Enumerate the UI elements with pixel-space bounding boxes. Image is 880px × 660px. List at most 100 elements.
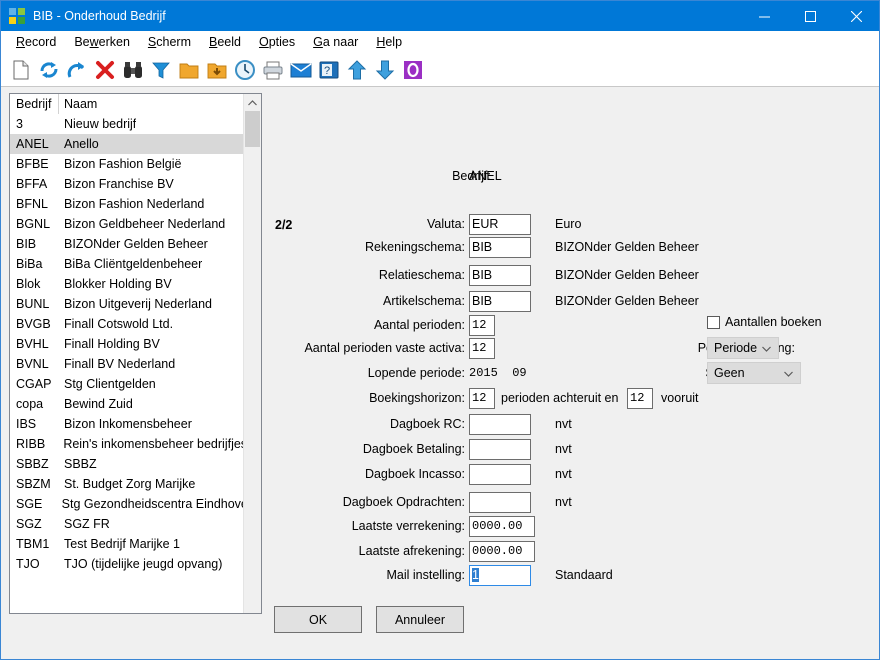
menu-record[interactable]: Record bbox=[7, 34, 65, 50]
menu-opties[interactable]: Opties bbox=[250, 34, 304, 50]
dagboek-opdrachten-description: nvt bbox=[555, 495, 572, 509]
list-item[interactable]: Blok Blokker Holding BV bbox=[10, 274, 244, 294]
boekingshorizon-forward-input[interactable]: 12 bbox=[627, 388, 653, 409]
chevron-down-icon bbox=[762, 338, 771, 360]
aantal-perioden-input[interactable]: 12 bbox=[469, 315, 495, 336]
save-folder-icon[interactable] bbox=[205, 58, 229, 82]
list-item[interactable]: SGZ SGZ FR bbox=[10, 514, 244, 534]
list-item[interactable]: BiBa BiBa Cliëntgeldenbeheer bbox=[10, 254, 244, 274]
list-item[interactable]: BFNL Bizon Fashion Nederland bbox=[10, 194, 244, 214]
print-icon[interactable] bbox=[261, 58, 285, 82]
menu-ganaar[interactable]: Ga naar bbox=[304, 34, 367, 50]
list-item[interactable]: IBS Bizon Inkomensbeheer bbox=[10, 414, 244, 434]
mail-instelling-label: Mail instelling: bbox=[386, 568, 465, 582]
relatieschema-input[interactable]: BIB bbox=[469, 265, 531, 286]
menu-beeld[interactable]: Beeld bbox=[200, 34, 250, 50]
svg-text:?: ? bbox=[324, 65, 330, 77]
list-item[interactable]: SBZM St. Budget Zorg Marijke bbox=[10, 474, 244, 494]
list-item-selected[interactable]: ANEL Anello bbox=[10, 134, 244, 154]
scrollbar-thumb[interactable] bbox=[245, 111, 260, 147]
list-item[interactable]: BUNL Bizon Uitgeverij Nederland bbox=[10, 294, 244, 314]
list-item[interactable]: BFFA Bizon Franchise BV bbox=[10, 174, 244, 194]
aantal-perioden-vaste-activa-input[interactable]: 12 bbox=[469, 338, 495, 359]
application-window: BIB - Onderhoud Bedrijf Record Bewerken … bbox=[0, 0, 880, 660]
open-folder-icon[interactable] bbox=[177, 58, 201, 82]
laatste-verrekening-input[interactable]: 0000.00 bbox=[469, 516, 535, 537]
mail-icon[interactable] bbox=[289, 58, 313, 82]
mail-instelling-description: Standaard bbox=[555, 568, 613, 582]
minimize-icon[interactable] bbox=[741, 1, 787, 31]
list-item[interactable]: TBM1 Test Bedrijf Marijke 1 bbox=[10, 534, 244, 554]
list-item[interactable]: copa Bewind Zuid bbox=[10, 394, 244, 414]
dagboek-betaling-input[interactable] bbox=[469, 439, 531, 460]
list-item-code: SBBZ bbox=[16, 457, 49, 471]
laatste-afrekening-input[interactable]: 0000.00 bbox=[469, 541, 535, 562]
subcode-activa-dropdown[interactable]: Geen bbox=[707, 362, 801, 384]
cancel-button[interactable]: Annuleer bbox=[376, 606, 464, 633]
list-item[interactable]: SGE Stg Gezondheidscentra Eindhoven bbox=[10, 494, 244, 514]
arrow-up-icon[interactable] bbox=[345, 58, 369, 82]
periodeverdeling-dropdown[interactable]: Periode bbox=[707, 337, 779, 359]
menu-help[interactable]: Help bbox=[367, 34, 411, 50]
scroll-up-icon[interactable] bbox=[244, 94, 261, 111]
list-item[interactable]: CGAP Stg Clientgelden bbox=[10, 374, 244, 394]
list-item-name: Bizon Inkomensbeheer bbox=[64, 417, 192, 431]
list-item[interactable]: BGNL Bizon Geldbeheer Nederland bbox=[10, 214, 244, 234]
redo-icon[interactable] bbox=[65, 58, 89, 82]
dagboek-opdrachten-input[interactable] bbox=[469, 492, 531, 513]
delete-icon[interactable] bbox=[93, 58, 117, 82]
rekeningschema-input[interactable]: BIB bbox=[469, 237, 531, 258]
valuta-input[interactable]: EUR bbox=[469, 214, 531, 235]
filter-icon[interactable] bbox=[149, 58, 173, 82]
list-header: Bedrijf Naam bbox=[10, 94, 244, 114]
laatste-verrekening-label: Laatste verrekening: bbox=[351, 519, 465, 533]
list-item-code: BVGB bbox=[16, 317, 51, 331]
chevron-down-icon bbox=[784, 363, 793, 385]
ok-button[interactable]: OK bbox=[274, 606, 362, 633]
bedrijf-value: ANEL bbox=[469, 169, 502, 183]
list-item[interactable]: TJO TJO (tijdelijke jeugd opvang) bbox=[10, 554, 244, 574]
list-item[interactable]: 3 Nieuw bedrijf bbox=[10, 114, 244, 134]
list-item-code: BFBE bbox=[16, 157, 49, 171]
list-item[interactable]: BVGB Finall Cotswold Ltd. bbox=[10, 314, 244, 334]
relatieschema-description: BIZONder Gelden Beheer bbox=[555, 268, 699, 282]
valuta-label: Valuta: bbox=[427, 217, 465, 231]
clock-history-icon[interactable] bbox=[233, 58, 257, 82]
dagboek-incasso-description: nvt bbox=[555, 467, 572, 481]
list-item[interactable]: SBBZ SBBZ bbox=[10, 454, 244, 474]
field-dagboek-betaling: Dagboek Betaling: nvt bbox=[269, 438, 879, 460]
boekingshorizon-back-input[interactable]: 12 bbox=[469, 388, 495, 409]
list-item[interactable]: BIB BIZONder Gelden Beheer bbox=[10, 234, 244, 254]
new-document-icon[interactable] bbox=[9, 58, 33, 82]
menu-bewerken[interactable]: Bewerken bbox=[65, 34, 139, 50]
list-scrollbar[interactable] bbox=[243, 94, 261, 613]
arrow-down-icon[interactable] bbox=[373, 58, 397, 82]
list-item[interactable]: BFBE Bizon Fashion België bbox=[10, 154, 244, 174]
list-item-code: SBZM bbox=[16, 477, 51, 491]
list-item-name: Blokker Holding BV bbox=[64, 277, 172, 291]
boekingshorizon-label: Boekingshorizon: bbox=[369, 391, 465, 405]
dagboek-rc-input[interactable] bbox=[469, 414, 531, 435]
dagboek-incasso-input[interactable] bbox=[469, 464, 531, 485]
list-item-code: BiBa bbox=[16, 257, 43, 271]
close-icon[interactable] bbox=[833, 1, 879, 31]
menu-scherm[interactable]: Scherm bbox=[139, 34, 200, 50]
refresh-icon[interactable] bbox=[37, 58, 61, 82]
main-content: Bedrijf Naam 3 Nieuw bedrijf ANEL Anello B… bbox=[1, 87, 879, 659]
binoculars-search-icon[interactable] bbox=[121, 58, 145, 82]
aantal-perioden-label: Aantal perioden: bbox=[373, 318, 465, 332]
list-item-name: Nieuw bedrijf bbox=[64, 117, 137, 131]
aantallen-boeken-checkbox[interactable] bbox=[707, 315, 720, 329]
list-item-name: Bewind Zuid bbox=[64, 397, 133, 411]
list-item[interactable]: RIBB Rein's inkomensbeheer bedrijfjes bbox=[10, 434, 244, 454]
company-list[interactable]: Bedrijf Naam 3 Nieuw bedrijf ANEL Anello B… bbox=[10, 94, 244, 613]
aantallen-boeken-checkbox-row[interactable]: Aantallen boeken bbox=[707, 315, 822, 329]
outlook-icon[interactable] bbox=[401, 58, 425, 82]
field-artikelschema: Artikelschema: BIB BIZONder Gelden Behee… bbox=[269, 290, 879, 312]
artikelschema-input[interactable]: BIB bbox=[469, 291, 531, 312]
list-item[interactable]: BVNL Finall BV Nederland bbox=[10, 354, 244, 374]
help-book-icon[interactable]: ? bbox=[317, 58, 341, 82]
mail-instelling-input[interactable]: 1 bbox=[469, 565, 531, 586]
list-item[interactable]: BVHL Finall Holding BV bbox=[10, 334, 244, 354]
maximize-icon[interactable] bbox=[787, 1, 833, 31]
